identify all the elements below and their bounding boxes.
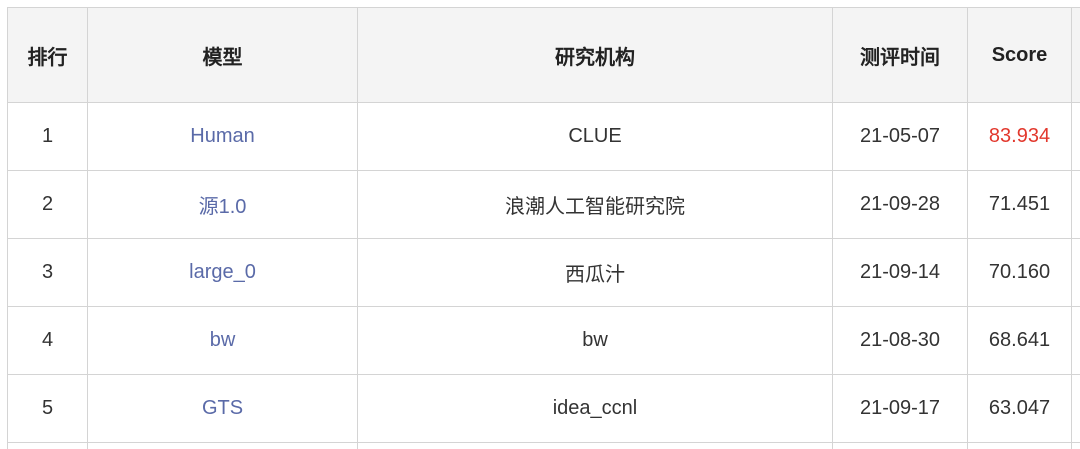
extra-cell: [1071, 170, 1080, 239]
score-cell: 70.160: [967, 238, 1072, 307]
extra-cell: [1071, 102, 1080, 171]
date-cell: 21-09-14: [832, 238, 968, 307]
date-cell: 21-08-30: [832, 306, 968, 375]
rank-cell: 1: [7, 102, 88, 171]
table-row: 2 源1.0 浪潮人工智能研究院 21-09-28 71.451: [7, 170, 1080, 239]
table-row: 4 bw bw 21-08-30 68.641: [7, 306, 1080, 375]
model-link[interactable]: large_0: [87, 238, 358, 307]
header-row: 排行 模型 研究机构 测评时间 Score: [7, 7, 1080, 103]
score-cell: 71.451: [967, 170, 1072, 239]
rank-cell: 3: [7, 238, 88, 307]
score-cell: 68.641: [967, 306, 1072, 375]
header-org: 研究机构: [357, 7, 833, 103]
rank-cell: 4: [7, 306, 88, 375]
model-cell: [87, 442, 358, 449]
leaderboard-table: 排行 模型 研究机构 测评时间 Score 1 Human CLUE 21-05…: [7, 7, 1080, 449]
org-cell: 浪潮人工智能研究院: [357, 170, 833, 239]
org-cell: 西瓜汁: [357, 238, 833, 307]
org-cell: [357, 442, 833, 449]
model-link[interactable]: Human: [87, 102, 358, 171]
model-link[interactable]: GTS: [87, 374, 358, 443]
header-model: 模型: [87, 7, 358, 103]
extra-cell: [1071, 374, 1080, 443]
rank-cell: 2: [7, 170, 88, 239]
score-cell: 83.934: [967, 102, 1072, 171]
date-cell: 21-05-07: [832, 102, 968, 171]
extra-cell: [1071, 442, 1080, 449]
model-link[interactable]: 源1.0: [87, 170, 358, 239]
table-row: 5 GTS idea_ccnl 21-09-17 63.047: [7, 374, 1080, 443]
org-cell: idea_ccnl: [357, 374, 833, 443]
extra-cell: [1071, 306, 1080, 375]
header-extra: [1071, 7, 1080, 103]
extra-cell: [1071, 238, 1080, 307]
rank-cell: 5: [7, 374, 88, 443]
score-cell: 63.047: [967, 374, 1072, 443]
header-date: 测评时间: [832, 7, 968, 103]
org-cell: CLUE: [357, 102, 833, 171]
date-cell: 21-09-17: [832, 374, 968, 443]
header-rank: 排行: [7, 7, 88, 103]
model-link[interactable]: bw: [87, 306, 358, 375]
date-cell: 21-09-28: [832, 170, 968, 239]
date-cell: [832, 442, 968, 449]
score-cell: [967, 442, 1072, 449]
leaderboard-panel: 排行 模型 研究机构 测评时间 Score 1 Human CLUE 21-05…: [0, 0, 1080, 449]
header-score: Score: [967, 7, 1072, 103]
rank-cell: [7, 442, 88, 449]
org-cell: bw: [357, 306, 833, 375]
table-row: 1 Human CLUE 21-05-07 83.934: [7, 102, 1080, 171]
table-row: 3 large_0 西瓜汁 21-09-14 70.160: [7, 238, 1080, 307]
table-row-partial: [7, 442, 1080, 449]
